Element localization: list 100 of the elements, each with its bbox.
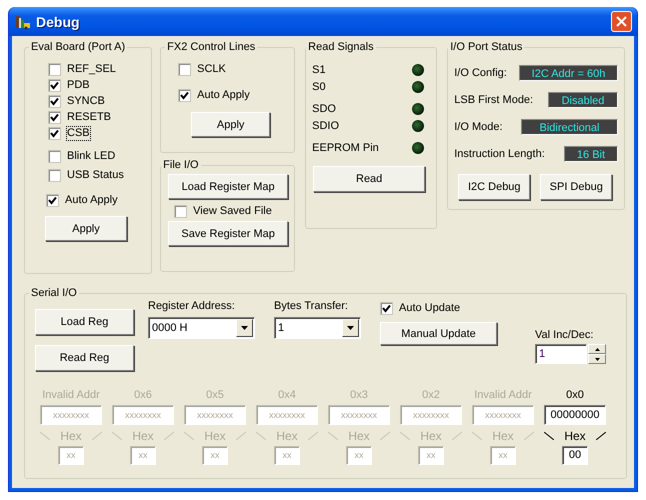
button[interactable]: SPI Debug bbox=[540, 174, 612, 200]
spin-button[interactable] bbox=[588, 344, 606, 364]
signal-label: SDIO bbox=[312, 120, 340, 132]
field-label: Register Address: bbox=[148, 300, 236, 312]
caret-icon bbox=[347, 326, 354, 330]
checkbox[interactable] bbox=[48, 95, 61, 108]
leader-line bbox=[472, 432, 482, 440]
leader-line bbox=[380, 432, 390, 440]
checkbox-label: Auto Apply bbox=[65, 194, 118, 207]
hex-label: Hex bbox=[348, 429, 370, 443]
leader-line bbox=[452, 432, 462, 440]
leader-line bbox=[112, 432, 122, 440]
leader-line bbox=[596, 432, 606, 440]
checkbox[interactable] bbox=[48, 150, 61, 163]
hex-label: Hex bbox=[276, 429, 298, 443]
checkbox[interactable] bbox=[48, 63, 61, 76]
checkbox-label: Auto Apply bbox=[197, 89, 250, 102]
dropdown[interactable]: 0000 H bbox=[148, 317, 255, 339]
signal-label: S0 bbox=[312, 80, 326, 92]
hex-field: xx bbox=[346, 446, 372, 465]
group-title: Serial I/O bbox=[30, 287, 78, 299]
group-title: FX2 Control Lines bbox=[166, 41, 256, 53]
checkbox[interactable] bbox=[48, 79, 61, 92]
dropdown[interactable]: 1 bbox=[274, 317, 361, 339]
down-arrow-icon bbox=[594, 358, 600, 360]
caret-icon bbox=[241, 326, 248, 330]
signal-label: EEPROM Pin bbox=[312, 142, 379, 154]
register-label: 0x2 bbox=[422, 389, 440, 403]
leader-line bbox=[256, 432, 266, 440]
status-label: I/O Config: bbox=[454, 67, 507, 79]
checkbox-label: PDB bbox=[67, 79, 90, 92]
hex-label: Hex bbox=[132, 429, 154, 443]
signal-label: SDO bbox=[312, 102, 336, 114]
leader-line bbox=[400, 432, 410, 440]
register-field: xxxxxxxx bbox=[184, 405, 246, 425]
register-label: 0x5 bbox=[206, 389, 224, 403]
button[interactable]: Manual Update bbox=[380, 322, 497, 345]
register-field: xxxxxxxx bbox=[40, 405, 102, 425]
checkbox[interactable] bbox=[48, 127, 61, 140]
leader-line bbox=[164, 432, 174, 440]
leader-line bbox=[40, 432, 50, 440]
register-field[interactable]: 00000000 bbox=[544, 405, 606, 425]
group-title: Eval Board (Port A) bbox=[30, 41, 126, 53]
group-title: I/O Port Status bbox=[449, 41, 524, 53]
hex-field: xx bbox=[202, 446, 228, 465]
button[interactable]: Save Register Map bbox=[168, 221, 288, 246]
register-field: xxxxxxxx bbox=[328, 405, 390, 425]
status-display: I2C Addr = 60h bbox=[519, 65, 618, 81]
hex-label: Hex bbox=[60, 429, 82, 443]
leader-line bbox=[92, 432, 102, 440]
field-label: Val Inc/Dec: bbox=[535, 329, 594, 341]
hex-field: xx bbox=[130, 446, 156, 465]
leader-line bbox=[184, 432, 194, 440]
checkbox[interactable] bbox=[380, 302, 393, 315]
app-icon bbox=[15, 14, 31, 30]
number-field[interactable]: 1 bbox=[535, 344, 587, 364]
register-label: 0x4 bbox=[278, 389, 296, 403]
checkbox[interactable] bbox=[178, 63, 192, 76]
leader-line bbox=[308, 432, 318, 440]
leader-line bbox=[524, 432, 534, 440]
leader-line bbox=[544, 432, 554, 440]
checkbox[interactable] bbox=[48, 111, 61, 124]
status-display: Bidirectional bbox=[521, 119, 618, 135]
checkbox[interactable] bbox=[48, 169, 61, 182]
hex-field: xx bbox=[58, 446, 84, 465]
checkbox-label: SCLK bbox=[197, 63, 226, 76]
leader-line bbox=[328, 432, 338, 440]
hex-label: Hex bbox=[420, 429, 442, 443]
button[interactable]: Apply bbox=[45, 216, 127, 241]
register-label: 0x6 bbox=[134, 389, 152, 403]
checkbox-label: Blink LED bbox=[67, 150, 116, 163]
status-label: LSB First Mode: bbox=[454, 94, 534, 106]
hex-label: Hex bbox=[564, 429, 586, 443]
button[interactable]: Load Register Map bbox=[168, 174, 288, 199]
button[interactable]: Apply bbox=[191, 112, 270, 137]
checkbox[interactable] bbox=[46, 194, 59, 207]
group-title: Read Signals bbox=[307, 41, 375, 53]
hex-field[interactable]: 00 bbox=[562, 446, 588, 465]
register-field: xxxxxxxx bbox=[472, 405, 534, 425]
checkbox[interactable] bbox=[174, 205, 188, 218]
status-display: 16 Bit bbox=[564, 146, 618, 162]
checkbox-label: View Saved File bbox=[193, 205, 272, 218]
button[interactable]: Load Reg bbox=[35, 309, 134, 335]
button[interactable]: I2C Debug bbox=[458, 174, 530, 200]
button[interactable]: Read bbox=[313, 166, 426, 192]
status-display: Disabled bbox=[548, 92, 618, 108]
hex-field: xx bbox=[490, 446, 516, 465]
register-label: 0x0 bbox=[566, 389, 584, 403]
register-field: xxxxxxxx bbox=[112, 405, 174, 425]
close-icon bbox=[616, 16, 627, 27]
group-title: File I/O bbox=[162, 159, 200, 171]
checkbox[interactable] bbox=[178, 89, 192, 102]
checkbox-label: CSB bbox=[67, 127, 90, 140]
button[interactable]: Read Reg bbox=[35, 345, 134, 371]
register-field: xxxxxxxx bbox=[400, 405, 462, 425]
checkbox-label: SYNCB bbox=[67, 95, 105, 108]
close-button[interactable] bbox=[611, 11, 632, 32]
status-label: I/O Mode: bbox=[454, 121, 503, 133]
register-label: 0x3 bbox=[350, 389, 368, 403]
hex-field: xx bbox=[274, 446, 300, 465]
